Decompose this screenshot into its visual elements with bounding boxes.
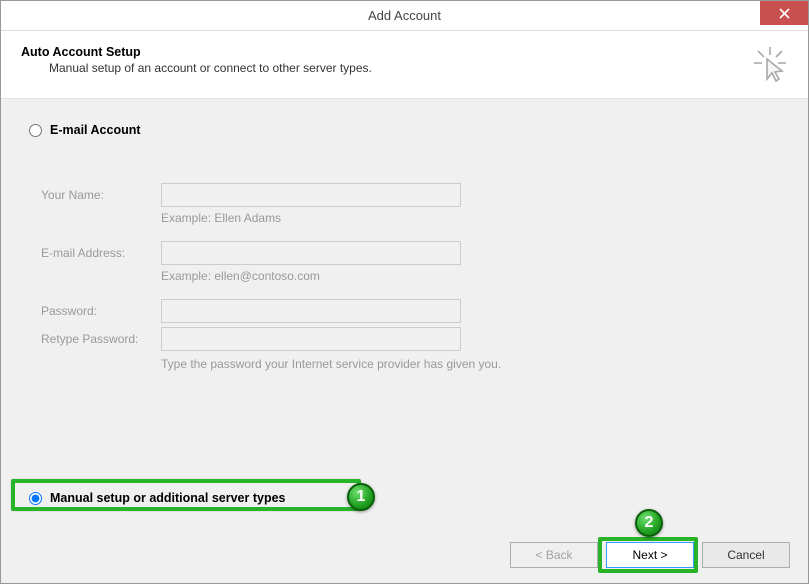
password-input	[161, 299, 461, 323]
password-label: Password:	[41, 304, 161, 318]
email-label: E-mail Address:	[41, 246, 161, 260]
back-button: < Back	[510, 542, 598, 568]
radio-email-account-row[interactable]: E-mail Account	[21, 123, 788, 137]
retype-input	[161, 327, 461, 351]
radio-manual-setup-label: Manual setup or additional server types	[50, 491, 285, 505]
radio-manual-setup[interactable]	[29, 492, 42, 505]
dialog-footer: < Back Next > Cancel 2	[1, 527, 808, 583]
name-row: Your Name:	[41, 183, 788, 207]
cursor-click-icon	[750, 45, 790, 85]
dialog-body: E-mail Account Your Name: Example: Ellen…	[1, 99, 808, 527]
next-button[interactable]: Next >	[606, 542, 694, 568]
retype-label: Retype Password:	[41, 332, 161, 346]
radio-email-account-label: E-mail Account	[50, 123, 141, 137]
close-icon	[779, 8, 790, 19]
radio-email-account[interactable]	[29, 124, 42, 137]
dialog-header: Auto Account Setup Manual setup of an ac…	[1, 31, 808, 99]
radio-manual-setup-row[interactable]: Manual setup or additional server types	[21, 491, 285, 505]
email-input	[161, 241, 461, 265]
name-example: Example: Ellen Adams	[161, 211, 788, 225]
email-example: Example: ellen@contoso.com	[161, 269, 788, 283]
header-subtitle: Manual setup of an account or connect to…	[49, 61, 788, 75]
cancel-button[interactable]: Cancel	[702, 542, 790, 568]
title-bar: Add Account	[1, 1, 808, 31]
annotation-badge-1: 1	[347, 483, 375, 511]
annotation-badge-2: 2	[635, 509, 663, 537]
close-button[interactable]	[760, 1, 808, 25]
password-hint: Type the password your Internet service …	[161, 357, 788, 371]
name-input	[161, 183, 461, 207]
email-form-section: Your Name: Example: Ellen Adams E-mail A…	[41, 183, 788, 371]
email-row: E-mail Address:	[41, 241, 788, 265]
password-row: Password:	[41, 299, 788, 323]
name-label: Your Name:	[41, 188, 161, 202]
header-title: Auto Account Setup	[21, 45, 788, 59]
window-title: Add Account	[368, 8, 441, 23]
retype-row: Retype Password:	[41, 327, 788, 351]
